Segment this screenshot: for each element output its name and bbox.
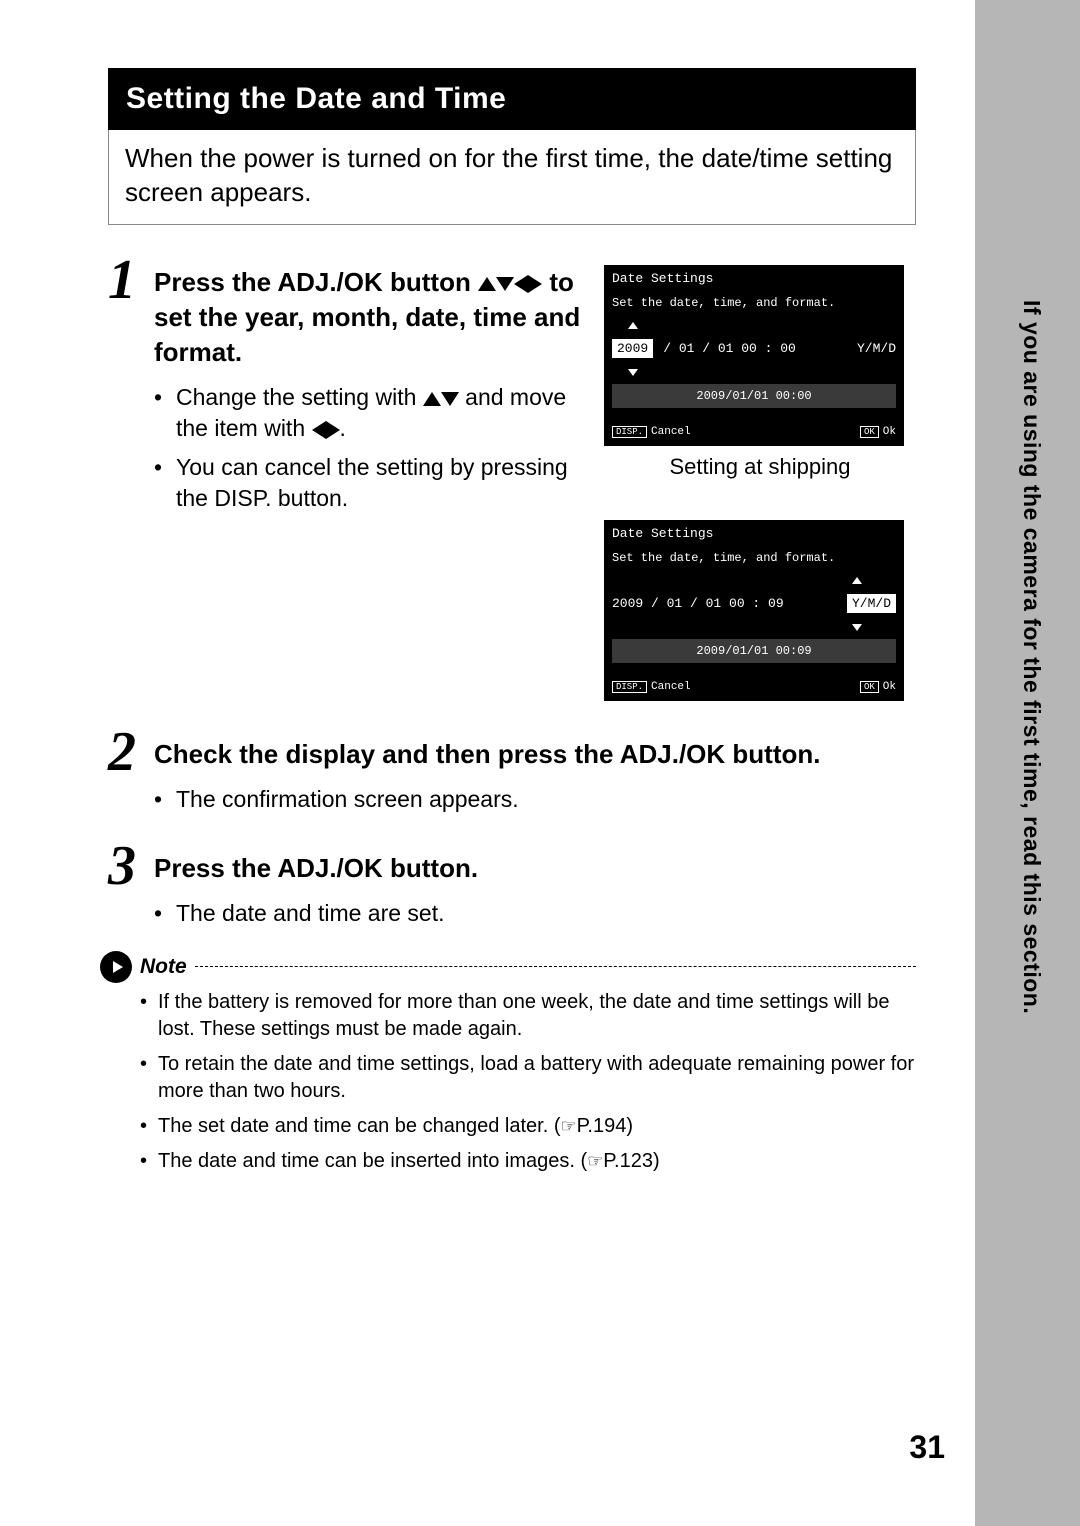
lcd-year-selected: 2009 (612, 339, 653, 358)
step-heading: Check the display and then press the ADJ… (154, 737, 916, 772)
bullet-text: You can cancel the setting by pressing t… (176, 452, 584, 514)
right-icon (528, 275, 542, 293)
lcd-subtitle: Set the date, time, and format. (612, 551, 896, 565)
arrow-up-icon (628, 322, 638, 329)
down-icon (496, 277, 514, 291)
lcd-title: Date Settings (612, 526, 896, 541)
lcd-illustrations: Date Settings Set the date, time, and fo… (604, 265, 916, 709)
page-number: 31 (909, 1429, 945, 1466)
left-icon (514, 275, 528, 293)
step-bullet: • You can cancel the setting by pressing… (154, 452, 584, 514)
step-heading-text: Press the ADJ./OK button (154, 267, 471, 297)
right-icon (326, 421, 340, 439)
t: The date and time can be inserted into i… (158, 1150, 587, 1172)
manual-page: If you are using the camera for the firs… (0, 0, 1080, 1526)
lcd-date-rest: / 01 / 01 00 : 00 (663, 341, 796, 356)
ok-button-label: OK (860, 426, 879, 438)
left-icon (312, 421, 326, 439)
bullet-text: The date and time are set. (176, 898, 916, 929)
t: If the battery is removed for more than … (158, 989, 916, 1043)
bullet-text: Change the setting with and move the ite… (176, 382, 584, 444)
note-bullet: •To retain the date and time settings, l… (140, 1051, 916, 1105)
disp-button-label: DISP. (612, 426, 647, 438)
lcd-title: Date Settings (612, 271, 896, 286)
step-body: Press the ADJ./OK button to set the year… (154, 255, 916, 709)
side-tab-text: If you are using the camera for the firs… (1018, 300, 1045, 1014)
note-bullet: •The set date and time can be changed la… (140, 1113, 916, 1140)
t: To retain the date and time settings, lo… (158, 1051, 916, 1105)
step-number: 1 (108, 255, 154, 305)
step-bullet: • The date and time are set. (154, 898, 916, 929)
t: Change the setting with (176, 384, 416, 410)
step-heading: Press the ADJ./OK button. (154, 851, 916, 886)
step-2: 2 Check the display and then press the A… (108, 727, 916, 823)
note-divider (195, 966, 916, 967)
lcd-date: 2009 / 01 / 01 00 : 09 (612, 596, 784, 611)
step-bullet: • Change the setting with and move the i… (154, 382, 584, 444)
lcd-format-selected: Y/M/D (847, 594, 896, 613)
up-icon (478, 277, 496, 291)
t: P.123) (603, 1150, 659, 1172)
lcd-caption: Setting at shipping (604, 454, 916, 480)
arrow-down-icon (852, 624, 862, 631)
page-ref-icon: ☞ (587, 1149, 603, 1173)
note-label: Note (140, 955, 187, 979)
ok-label: Ok (883, 426, 896, 438)
note-bullet: •The date and time can be inserted into … (140, 1148, 916, 1175)
lcd-subtitle: Set the date, time, and format. (612, 296, 896, 310)
t: P.194) (577, 1115, 633, 1137)
page-ref-icon: ☞ (560, 1114, 576, 1138)
steps: 1 Press the ADJ./OK button to set the ye… (108, 255, 916, 937)
ok-button-label: OK (860, 681, 879, 693)
intro-text: When the power is turned on for the firs… (108, 130, 916, 225)
bullet-text: The confirmation screen appears. (176, 784, 916, 815)
lcd-preview-bar: 2009/01/01 00:00 (612, 384, 896, 408)
note-bullet: •If the battery is removed for more than… (140, 989, 916, 1043)
cancel-label: Cancel (651, 681, 691, 693)
page-content: Setting the Date and Time When the power… (108, 68, 916, 1183)
up-icon (423, 392, 441, 406)
down-icon (441, 392, 459, 406)
cancel-label: Cancel (651, 426, 691, 438)
step-bullet: • The confirmation screen appears. (154, 784, 916, 815)
step-number: 3 (108, 841, 154, 891)
section-title: Setting the Date and Time (108, 68, 916, 130)
arrow-up-icon (852, 577, 862, 584)
note-icon (100, 951, 132, 983)
lcd-format: Y/M/D (857, 341, 896, 356)
step-3: 3 Press the ADJ./OK button. • The date a… (108, 841, 916, 937)
note-block: Note •If the battery is removed for more… (108, 955, 916, 1175)
t: . (340, 415, 346, 441)
lcd-preview-bar: 2009/01/01 00:09 (612, 639, 896, 663)
step-1: 1 Press the ADJ./OK button to set the ye… (108, 255, 916, 709)
arrow-down-icon (628, 369, 638, 376)
disp-button-label: DISP. (612, 681, 647, 693)
lcd-screen-1: Date Settings Set the date, time, and fo… (604, 265, 904, 446)
step-heading: Press the ADJ./OK button to set the year… (154, 265, 584, 370)
lcd-screen-2: Date Settings Set the date, time, and fo… (604, 520, 904, 701)
step-number: 2 (108, 727, 154, 777)
t: The set date and time can be changed lat… (158, 1115, 560, 1137)
ok-label: Ok (883, 681, 896, 693)
